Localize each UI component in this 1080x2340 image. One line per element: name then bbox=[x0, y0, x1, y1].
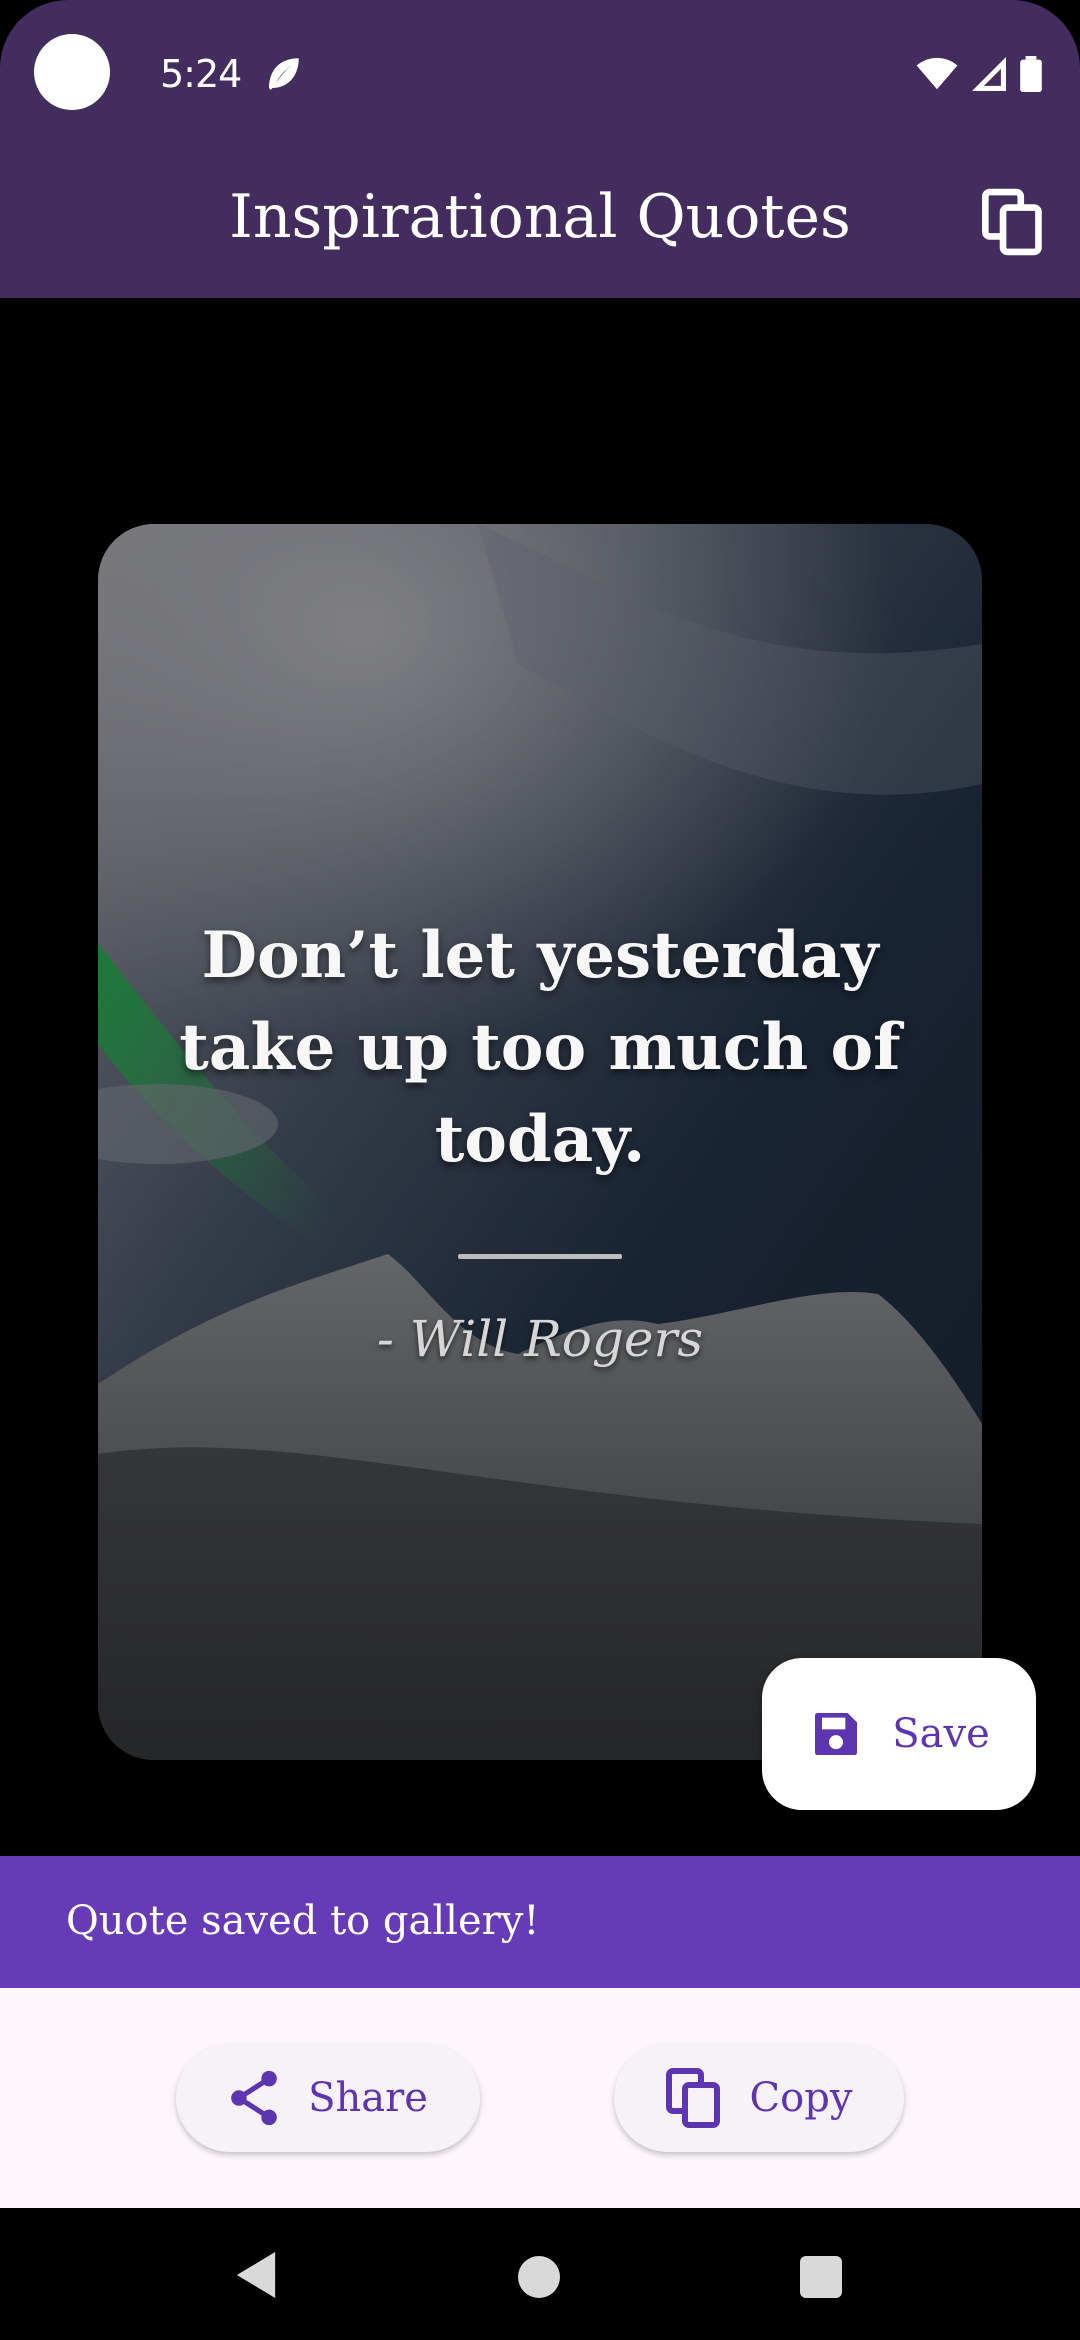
quote-card: Don’t let yesterday take up too much of … bbox=[98, 524, 982, 1760]
share-label: Share bbox=[308, 2075, 428, 2121]
share-icon bbox=[231, 2070, 277, 2126]
copy-icon[interactable] bbox=[982, 188, 1044, 256]
app-bar: Inspirational Quotes bbox=[0, 150, 1080, 298]
copy-label: Copy bbox=[749, 2075, 853, 2121]
wifi-icon bbox=[916, 57, 958, 90]
snackbar: Quote saved to gallery! bbox=[0, 1856, 1080, 1988]
leaf-icon bbox=[269, 58, 299, 90]
signal-icon bbox=[972, 57, 1006, 91]
snackbar-message: Quote saved to gallery! bbox=[66, 1898, 540, 1944]
status-time: 5:24 bbox=[160, 52, 242, 96]
share-button[interactable]: Share bbox=[176, 2044, 480, 2152]
back-icon[interactable] bbox=[236, 2252, 276, 2298]
battery-icon bbox=[1020, 56, 1042, 92]
action-bar: Share Copy bbox=[0, 1988, 1080, 2208]
copy-button[interactable]: Copy bbox=[614, 2044, 904, 2152]
camera-cutout bbox=[34, 34, 110, 110]
recents-icon[interactable] bbox=[800, 2256, 842, 2298]
navigation-bar bbox=[0, 2208, 1080, 2340]
quote-author: - Will Rogers bbox=[376, 1310, 704, 1368]
app-title: Inspirational Quotes bbox=[229, 182, 851, 252]
home-icon[interactable] bbox=[518, 2256, 560, 2298]
save-label: Save bbox=[892, 1711, 990, 1757]
quote-divider bbox=[458, 1254, 622, 1259]
phone-screen: 5:24 Inspirational Quotes Don’t let yest… bbox=[0, 0, 1080, 2340]
quote-text: Don’t let yesterday take up too much of … bbox=[179, 918, 901, 1177]
copy-icon bbox=[665, 2068, 720, 2128]
save-button[interactable]: Save bbox=[762, 1658, 1036, 1810]
save-icon bbox=[815, 1713, 858, 1755]
status-bar: 5:24 bbox=[0, 0, 1080, 150]
main-content: Don’t let yesterday take up too much of … bbox=[0, 298, 1080, 1856]
